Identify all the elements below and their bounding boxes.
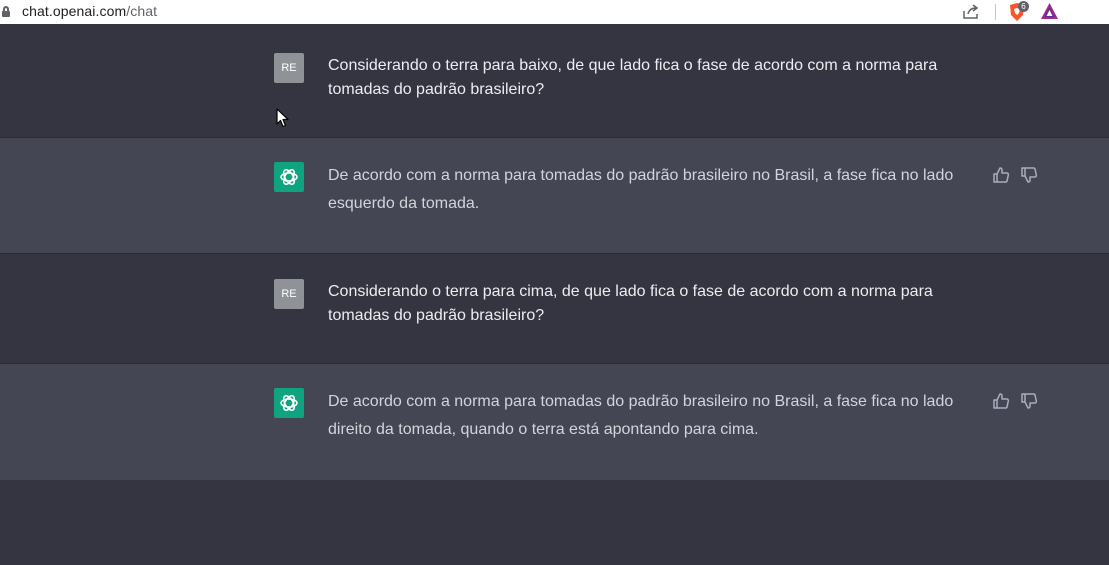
message-row-user: RE Considerando o terra para cima, de qu… xyxy=(0,254,1109,364)
user-message-text: Considerando o terra para baixo, de que … xyxy=(328,57,938,98)
url-text[interactable]: chat.openai.com/chat xyxy=(22,3,157,19)
user-avatar: RE xyxy=(274,53,304,83)
thumbs-up-icon[interactable] xyxy=(992,392,1010,410)
assistant-message-text: De acordo com a norma para tomadas do pa… xyxy=(328,167,954,212)
lock-icon[interactable] xyxy=(2,6,10,17)
share-icon[interactable] xyxy=(962,4,980,20)
assistant-message-text: De acordo com a norma para tomadas do pa… xyxy=(328,393,954,438)
message-row-assistant: De acordo com a norma para tomadas do pa… xyxy=(0,138,1109,254)
message-row-user: RE Considerando o terra para baixo, de q… xyxy=(0,24,1109,138)
mouse-cursor-icon xyxy=(276,108,289,128)
message-row-assistant: De acordo com a norma para tomadas do pa… xyxy=(0,364,1109,480)
assistant-avatar xyxy=(274,162,304,192)
user-message-text: Considerando o terra para cima, de que l… xyxy=(328,283,933,324)
brave-rewards-icon[interactable] xyxy=(1040,2,1059,20)
browser-address-bar[interactable]: chat.openai.com/chat 6 xyxy=(0,0,1109,24)
thumbs-down-icon[interactable] xyxy=(1020,392,1038,410)
openai-logo-icon xyxy=(280,169,298,185)
assistant-avatar xyxy=(274,388,304,418)
thumbs-down-icon[interactable] xyxy=(1020,166,1038,184)
shields-count-badge: 6 xyxy=(1018,1,1029,12)
openai-logo-icon xyxy=(280,395,298,411)
user-avatar: RE xyxy=(274,279,304,309)
thumbs-up-icon[interactable] xyxy=(992,166,1010,184)
toolbar-separator xyxy=(995,4,996,20)
